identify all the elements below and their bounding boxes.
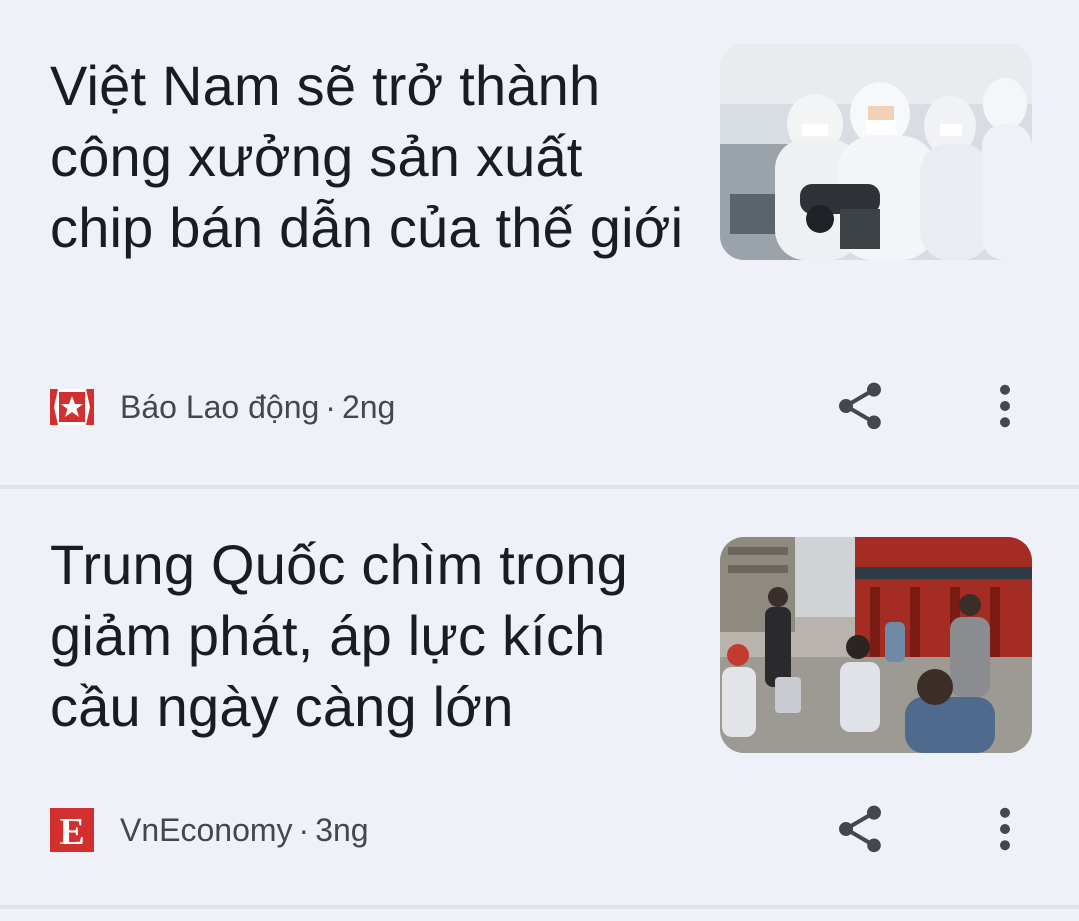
article-divider [0,905,1079,909]
more-options-button[interactable] [975,376,1035,436]
publisher-name[interactable]: VnEconomy [120,812,293,848]
street-crowd-image [720,537,1032,753]
article-meta: E VnEconomy · 3ng [48,805,369,855]
cleanroom-workers-image [720,44,1032,260]
article-headline[interactable]: Trung Quốc chìm trong giảm phát, áp lực … [50,529,690,742]
share-button[interactable] [830,799,890,859]
separator-dot: · [298,811,310,848]
separator-dot: · [325,388,336,425]
article-age: 2ng [341,388,396,425]
share-button[interactable] [830,376,890,436]
publisher-info: Báo Lao động · 2ng [120,389,395,426]
share-icon [839,382,881,430]
more-vert-icon [1000,384,1010,428]
article-headline[interactable]: Việt Nam sẽ trở thành công xưởng sản xuấ… [50,50,690,263]
article-card[interactable]: Việt Nam sẽ trở thành công xưởng sản xuấ… [0,0,1079,485]
article-card[interactable]: Trung Quốc chìm trong giảm phát, áp lực … [0,489,1079,909]
article-age: 3ng [315,811,369,848]
more-options-button[interactable] [975,799,1035,859]
publisher-name[interactable]: Báo Lao động [120,389,319,425]
publisher-info: VnEconomy · 3ng [120,812,369,849]
article-thumbnail[interactable] [720,44,1032,260]
news-feed: Việt Nam sẽ trở thành công xưởng sản xuấ… [0,0,1079,921]
more-vert-icon [1000,807,1010,851]
article-meta: Báo Lao động · 2ng [48,382,395,432]
letter-e-logo-icon: E [50,808,94,853]
article-thumbnail[interactable] [720,537,1032,753]
share-icon [839,805,881,853]
svg-text:E: E [59,811,84,853]
star-badge-icon [50,389,94,425]
